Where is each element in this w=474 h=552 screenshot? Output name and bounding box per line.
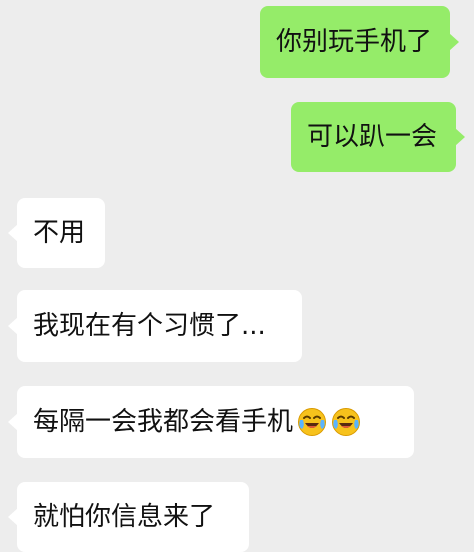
- incoming-message[interactable]: 就怕你信息来了: [8, 482, 249, 552]
- incoming-message[interactable]: 不用: [8, 198, 105, 268]
- message-text: 可以趴一会: [307, 122, 438, 152]
- message-text: 我现在有个习惯了...: [33, 311, 266, 341]
- outgoing-message[interactable]: 你别玩手机了: [260, 6, 459, 78]
- message-text: 你别玩手机了: [276, 27, 433, 57]
- message-text: 就怕你信息来了: [33, 502, 216, 532]
- chat-area: 你别玩手机了 可以趴一会 不用 我现在有个习惯了... 每隔一会我都会看手机 就…: [0, 0, 474, 552]
- message-text: 每隔一会我都会看手机: [33, 407, 294, 437]
- outgoing-message[interactable]: 可以趴一会: [291, 102, 465, 172]
- message-text: 不用: [33, 218, 86, 248]
- incoming-message[interactable]: 每隔一会我都会看手机: [8, 386, 414, 458]
- laugh-cry-icon: [331, 407, 361, 437]
- incoming-message[interactable]: 我现在有个习惯了...: [8, 290, 302, 362]
- laugh-cry-icon: [297, 407, 327, 437]
